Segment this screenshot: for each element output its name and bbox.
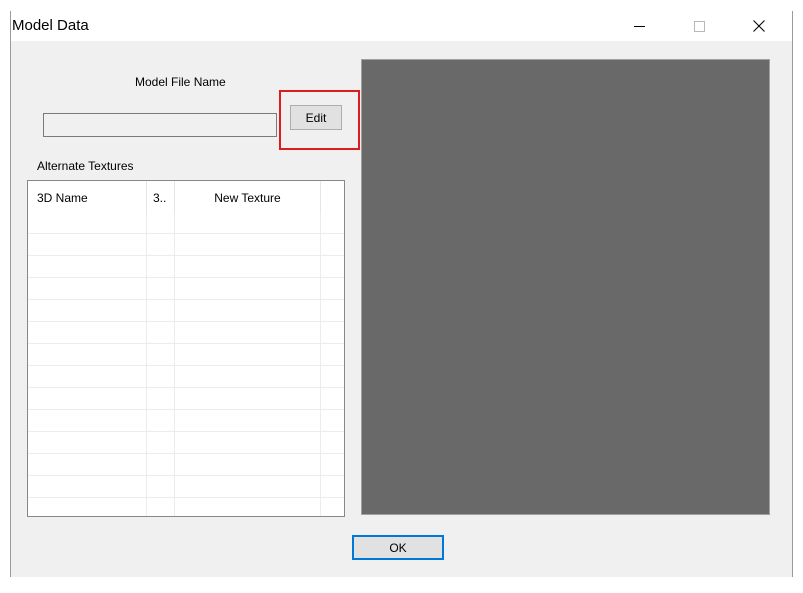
table-row[interactable] (28, 233, 344, 234)
edit-button[interactable]: Edit (290, 105, 342, 130)
minimize-icon (633, 25, 645, 27)
column-header-3[interactable]: 3.. (147, 181, 175, 214)
alternate-textures-label: Alternate Textures (37, 159, 134, 173)
table-row[interactable] (28, 387, 344, 388)
column-header-new-texture[interactable]: New Texture (175, 181, 321, 214)
close-icon (753, 20, 765, 32)
model-data-dialog: Model Data Model File Name Edit Alternat… (10, 11, 793, 577)
minimize-button[interactable] (617, 11, 661, 41)
close-button[interactable] (737, 11, 781, 41)
table-row[interactable] (28, 497, 344, 498)
table-row[interactable] (28, 431, 344, 432)
maximize-icon (693, 20, 705, 32)
model-file-name-label: Model File Name (135, 75, 226, 89)
table-row[interactable] (28, 453, 344, 454)
table-row[interactable] (28, 343, 344, 344)
column-header-3d-name[interactable]: 3D Name (28, 181, 147, 214)
ok-button[interactable]: OK (352, 535, 444, 560)
table-row[interactable] (28, 299, 344, 300)
model-file-name-field[interactable] (43, 113, 277, 137)
table-row[interactable] (28, 365, 344, 366)
window-title: Model Data (12, 17, 89, 34)
table-row[interactable] (28, 475, 344, 476)
table-row[interactable] (28, 409, 344, 410)
title-bar[interactable]: Model Data (11, 11, 792, 41)
maximize-button (677, 11, 721, 41)
table-row[interactable] (28, 321, 344, 322)
table-row[interactable] (28, 255, 344, 256)
table-row[interactable] (28, 277, 344, 278)
model-preview-panel[interactable] (361, 59, 770, 515)
alternate-textures-table[interactable]: 3D Name 3.. New Texture (27, 180, 345, 517)
